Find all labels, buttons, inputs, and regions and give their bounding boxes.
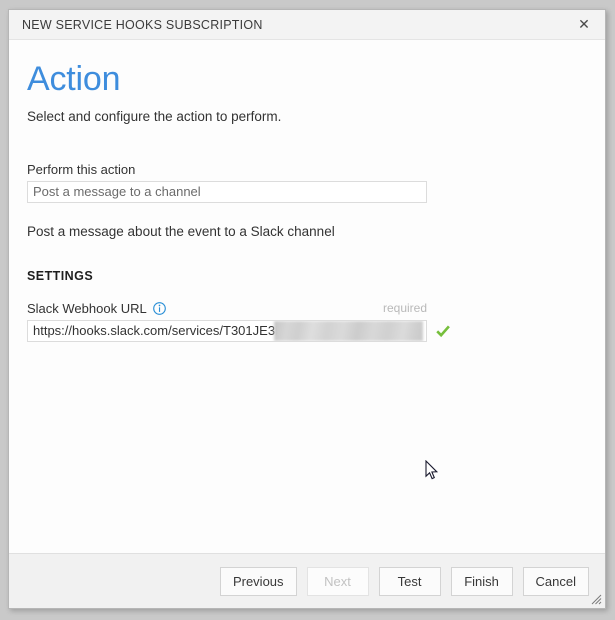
test-button[interactable]: Test [378, 566, 441, 596]
new-service-hooks-subscription-dialog: NEW SERVICE HOOKS SUBSCRIPTION ✕ Action … [8, 9, 606, 609]
perform-action-input[interactable] [27, 180, 427, 203]
dialog-footer: Previous Next Test Finish Cancel [9, 553, 605, 608]
webhook-url-value: https://hooks.slack.com/services/T301JE3… [33, 322, 297, 338]
mouse-pointer-icon [425, 459, 439, 481]
webhook-label-row: Slack Webhook URL required [27, 301, 427, 316]
dialog-titlebar: NEW SERVICE HOOKS SUBSCRIPTION ✕ [9, 10, 605, 40]
close-icon[interactable]: ✕ [573, 14, 595, 36]
page-title: Action [27, 60, 121, 98]
resize-grip-icon[interactable] [589, 592, 602, 605]
finish-button[interactable]: Finish [450, 566, 513, 596]
check-icon [435, 323, 451, 339]
next-button: Next [306, 566, 369, 596]
redacted-secret-overlay [274, 320, 423, 341]
dialog-content: Action Select and configure the action t… [9, 40, 605, 553]
webhook-label: Slack Webhook URL [27, 300, 147, 316]
page-subtitle: Select and configure the action to perfo… [27, 108, 282, 124]
cancel-button[interactable]: Cancel [522, 566, 589, 596]
webhook-input-row: https://hooks.slack.com/services/T301JE3… [27, 319, 587, 342]
perform-action-field-block: Perform this action Post a message about… [27, 162, 587, 239]
dialog-title: NEW SERVICE HOOKS SUBSCRIPTION [22, 17, 263, 32]
info-icon[interactable] [152, 301, 166, 315]
webhook-url-input[interactable]: https://hooks.slack.com/services/T301JE3… [27, 319, 427, 342]
required-tag: required [382, 301, 427, 316]
perform-action-help-text: Post a message about the event to a Slac… [27, 223, 335, 239]
perform-action-label: Perform this action [27, 161, 136, 177]
previous-button[interactable]: Previous [219, 566, 297, 596]
settings-section-heading: SETTINGS [27, 268, 94, 283]
webhook-field-block: Slack Webhook URL required https://hooks… [27, 301, 587, 342]
